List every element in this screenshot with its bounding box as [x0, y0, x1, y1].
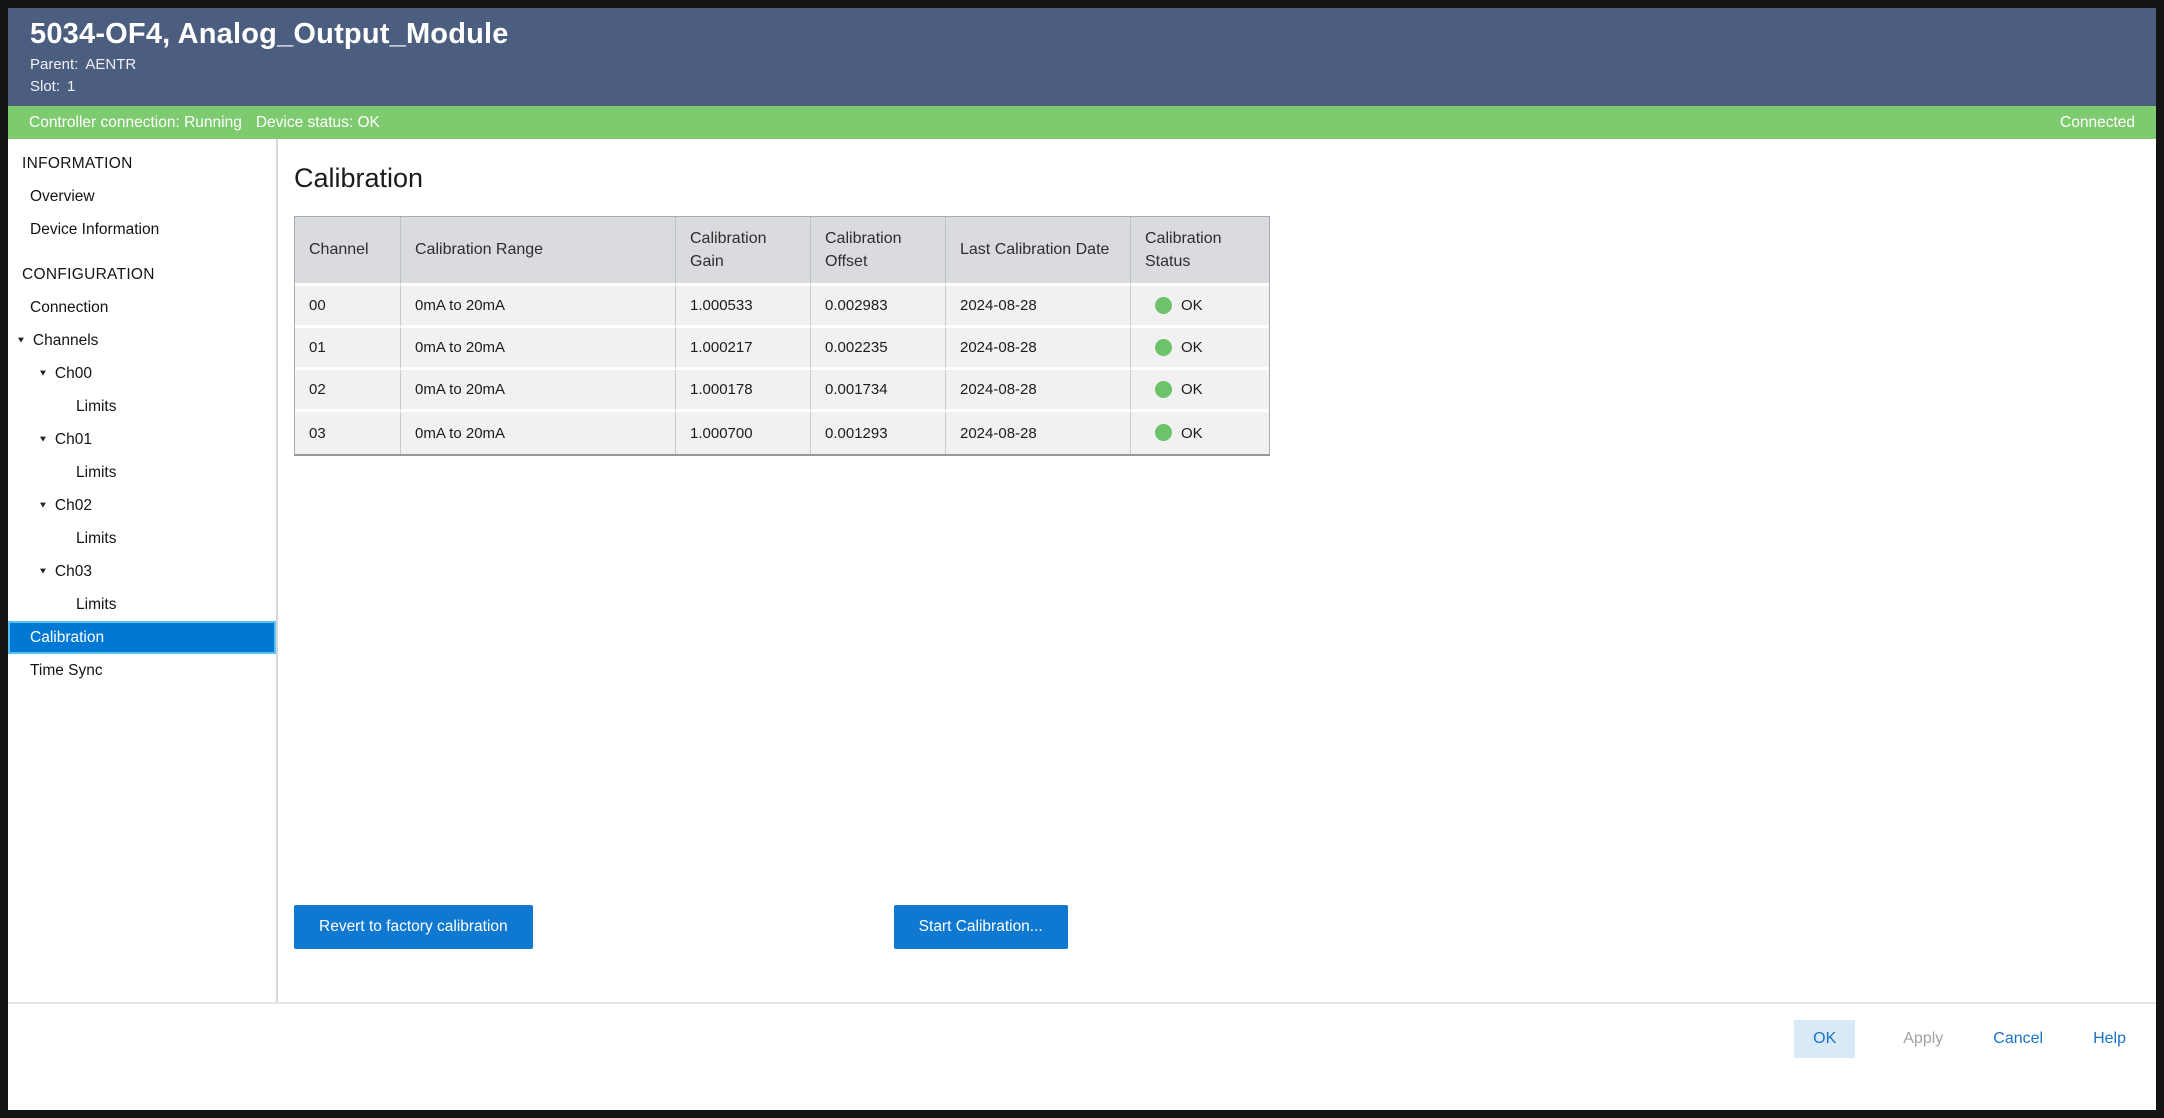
- connection-state-badge: Connected: [2060, 114, 2135, 132]
- dialog-header: 5034-OF4, Analog_Output_Module Parent: AE…: [8, 8, 2156, 106]
- sidebar-item-channels[interactable]: ▼ Channels: [8, 324, 276, 357]
- slot-label: Slot:: [30, 78, 60, 95]
- help-button[interactable]: Help: [2091, 1020, 2128, 1058]
- cell-status: OK: [1131, 286, 1269, 328]
- sidebar-item-ch02[interactable]: ▼ Ch02: [8, 489, 276, 522]
- sidebar-item-ch02-limits[interactable]: Limits: [8, 522, 276, 555]
- slot-value: 1: [67, 78, 75, 95]
- parent-line: Parent: AENTR: [30, 56, 2136, 73]
- sidebar-item-overview[interactable]: Overview: [8, 180, 276, 213]
- col-header-calibration-gain: Calibration Gain: [676, 217, 811, 286]
- col-header-channel: Channel: [295, 217, 401, 286]
- cell-offset: 0.002983: [811, 286, 946, 328]
- status-label: OK: [1181, 339, 1203, 356]
- col-header-calibration-status: Calibration Status: [1131, 217, 1269, 286]
- start-calibration-button[interactable]: Start Calibration...: [894, 905, 1068, 949]
- ok-button[interactable]: OK: [1794, 1020, 1855, 1058]
- revert-factory-calibration-button[interactable]: Revert to factory calibration: [294, 905, 533, 949]
- sidebar-item-ch00-limits[interactable]: Limits: [8, 390, 276, 423]
- cell-gain: 1.000178: [676, 370, 811, 412]
- status-label: OK: [1181, 425, 1203, 442]
- status-label: OK: [1181, 381, 1203, 398]
- cell-channel: 03: [295, 412, 401, 454]
- cancel-button[interactable]: Cancel: [1991, 1020, 2045, 1058]
- status-label: OK: [1181, 297, 1203, 314]
- cell-range: 0mA to 20mA: [401, 370, 676, 412]
- calibration-table-wrapper: Channel Calibration Range Calibration Ga…: [294, 216, 1270, 456]
- cell-status: OK: [1131, 370, 1269, 412]
- sidebar-nav: INFORMATION Overview Device Information …: [8, 139, 276, 1002]
- chevron-down-icon[interactable]: ▼: [16, 326, 26, 354]
- sidebar-item-ch03-limits[interactable]: Limits: [8, 588, 276, 621]
- dialog-body: INFORMATION Overview Device Information …: [8, 139, 2156, 1002]
- cell-gain: 1.000700: [676, 412, 811, 454]
- cell-date: 2024-08-28: [946, 412, 1131, 454]
- controller-connection-status: Controller connection: Running: [29, 114, 242, 132]
- cell-channel: 00: [295, 286, 401, 328]
- cell-date: 2024-08-28: [946, 328, 1131, 370]
- col-header-calibration-offset: Calibration Offset: [811, 217, 946, 286]
- status-ok-icon: [1155, 339, 1172, 356]
- chevron-down-icon[interactable]: ▼: [38, 557, 48, 585]
- section-heading: Calibration: [294, 163, 2156, 194]
- cell-date: 2024-08-28: [946, 370, 1131, 412]
- sidebar-item-ch00[interactable]: ▼ Ch00: [8, 357, 276, 390]
- cell-status: OK: [1131, 328, 1269, 370]
- sidebar-item-time-sync[interactable]: Time Sync: [8, 654, 276, 687]
- device-status: Device status: OK: [256, 114, 380, 132]
- cell-offset: 0.001293: [811, 412, 946, 454]
- parent-value: AENTR: [85, 56, 136, 73]
- chevron-down-icon[interactable]: ▼: [38, 491, 48, 519]
- parent-label: Parent:: [30, 56, 78, 73]
- table-row: 02 0mA to 20mA 1.000178 0.001734 2024-08…: [295, 370, 1269, 412]
- status-ok-icon: [1155, 424, 1172, 441]
- cell-range: 0mA to 20mA: [401, 286, 676, 328]
- col-header-calibration-range: Calibration Range: [401, 217, 676, 286]
- calibration-actions: Revert to factory calibration Start Cali…: [294, 905, 2156, 949]
- dialog-footer: OK Apply Cancel Help: [8, 1002, 2156, 1110]
- cell-date: 2024-08-28: [946, 286, 1131, 328]
- cell-status: OK: [1131, 412, 1269, 454]
- cell-range: 0mA to 20mA: [401, 328, 676, 370]
- sidebar-item-calibration[interactable]: Calibration: [8, 621, 276, 654]
- sidebar-item-connection[interactable]: Connection: [8, 291, 276, 324]
- page-title: 5034-OF4, Analog_Output_Module: [30, 18, 2136, 51]
- cell-gain: 1.000217: [676, 328, 811, 370]
- table-row: 03 0mA to 20mA 1.000700 0.001293 2024-08…: [295, 412, 1269, 454]
- cell-gain: 1.000533: [676, 286, 811, 328]
- sidebar-item-ch03[interactable]: ▼ Ch03: [8, 555, 276, 588]
- slot-line: Slot: 1: [30, 78, 2136, 95]
- main-content: Calibration Channel Calibration Range Ca…: [278, 139, 2156, 1002]
- cell-range: 0mA to 20mA: [401, 412, 676, 454]
- sidebar-item-device-information[interactable]: Device Information: [8, 213, 276, 246]
- table-row: 00 0mA to 20mA 1.000533 0.002983 2024-08…: [295, 286, 1269, 328]
- cell-offset: 0.002235: [811, 328, 946, 370]
- sidebar-item-ch01-limits[interactable]: Limits: [8, 456, 276, 489]
- calibration-table: Channel Calibration Range Calibration Ga…: [295, 217, 1269, 454]
- status-ok-icon: [1155, 381, 1172, 398]
- sidebar-item-ch01[interactable]: ▼ Ch01: [8, 423, 276, 456]
- cell-channel: 02: [295, 370, 401, 412]
- module-properties-dialog: 5034-OF4, Analog_Output_Module Parent: AE…: [0, 0, 2164, 1118]
- table-header-row: Channel Calibration Range Calibration Ga…: [295, 217, 1269, 286]
- chevron-down-icon[interactable]: ▼: [38, 425, 48, 453]
- col-header-last-calibration-date: Last Calibration Date: [946, 217, 1131, 286]
- cell-offset: 0.001734: [811, 370, 946, 412]
- cell-channel: 01: [295, 328, 401, 370]
- status-bar: Controller connection: Running Device st…: [8, 106, 2156, 139]
- sidebar-section-information: INFORMATION: [8, 147, 276, 180]
- sidebar-section-configuration: CONFIGURATION: [8, 258, 276, 291]
- chevron-down-icon[interactable]: ▼: [38, 359, 48, 387]
- table-row: 01 0mA to 20mA 1.000217 0.002235 2024-08…: [295, 328, 1269, 370]
- apply-button[interactable]: Apply: [1901, 1020, 1945, 1058]
- status-ok-icon: [1155, 297, 1172, 314]
